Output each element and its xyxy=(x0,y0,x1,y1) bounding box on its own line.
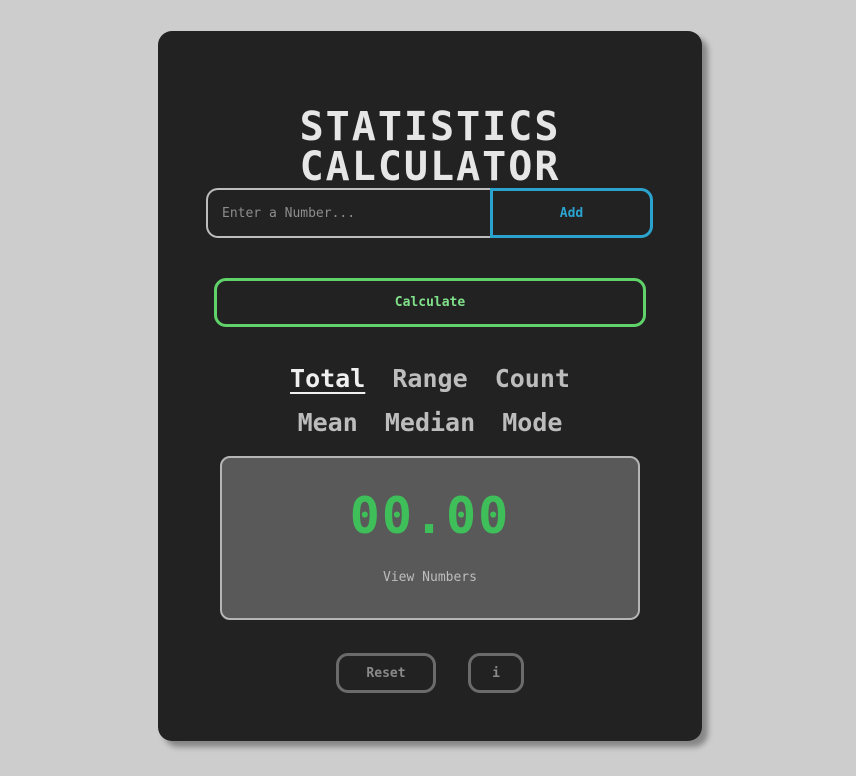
calculator-card: STATISTICS CALCULATOR Add Calculate Tota… xyxy=(158,31,702,741)
view-numbers-link[interactable]: View Numbers xyxy=(222,570,638,585)
stat-option-mode[interactable]: Mode xyxy=(502,408,562,438)
result-display: 00.00 View Numbers xyxy=(220,456,640,620)
stat-option-median[interactable]: Median xyxy=(385,408,475,438)
stat-option-total[interactable]: Total xyxy=(290,364,365,394)
info-button[interactable]: i xyxy=(468,653,524,693)
result-value: 00.00 xyxy=(349,487,511,545)
title-line-1: STATISTICS xyxy=(299,104,561,150)
stat-option-range[interactable]: Range xyxy=(392,364,467,394)
number-input[interactable] xyxy=(206,188,490,238)
stat-options-row-2: Mean Median Mode xyxy=(158,408,702,438)
stat-option-mean[interactable]: Mean xyxy=(298,408,358,438)
page-title: STATISTICS CALCULATOR xyxy=(158,107,702,187)
stat-options-row-1: Total Range Count xyxy=(158,364,702,394)
reset-button[interactable]: Reset xyxy=(336,653,436,693)
stat-option-count[interactable]: Count xyxy=(495,364,570,394)
title-line-2: CALCULATOR xyxy=(299,144,561,190)
add-button[interactable]: Add xyxy=(490,188,653,238)
calculate-button[interactable]: Calculate xyxy=(214,278,646,327)
number-input-row: Add xyxy=(206,188,654,238)
